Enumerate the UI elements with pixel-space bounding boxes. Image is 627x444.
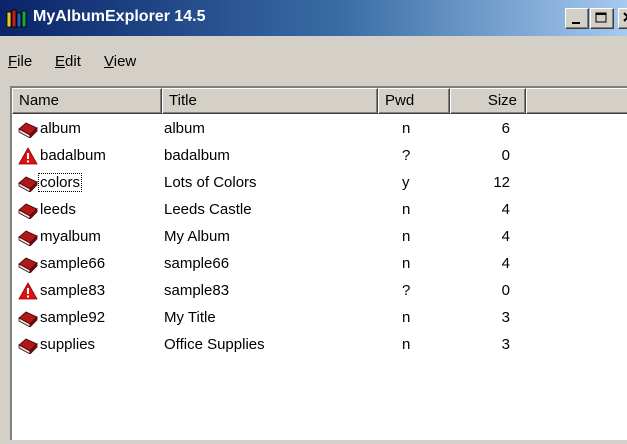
- cell-name: sample66: [40, 255, 106, 272]
- cell-size: 0: [501, 147, 510, 164]
- close-icon: [623, 12, 627, 22]
- warning-icon: [18, 147, 38, 165]
- app-window: MyAlbumExplorer 14.5 File Edit View Name…: [0, 0, 627, 444]
- cell-title: badalbum: [164, 147, 230, 164]
- cell-pwd: ?: [402, 147, 411, 164]
- table-row[interactable]: supplies Office Supplies n 3: [12, 332, 627, 359]
- cell-pwd: y: [402, 174, 410, 191]
- app-books-icon: [6, 9, 27, 28]
- album-book-icon: [18, 228, 38, 247]
- cell-size: 4: [501, 255, 510, 272]
- cell-title: My Title: [164, 309, 216, 326]
- cell-size: 4: [501, 201, 510, 218]
- window-title: MyAlbumExplorer 14.5: [33, 8, 206, 25]
- cell-title: Lots of Colors: [164, 174, 257, 191]
- cell-pwd: n: [402, 120, 411, 137]
- table-row[interactable]: leeds Leeds Castle n 4: [12, 197, 627, 224]
- cell-name: album: [40, 120, 81, 137]
- maximize-button[interactable]: [590, 8, 614, 29]
- cell-size: 3: [501, 309, 510, 326]
- cell-size: 6: [501, 120, 510, 137]
- table-row[interactable]: colors Lots of Colors y 12: [12, 170, 627, 197]
- album-book-icon: [18, 201, 38, 220]
- cell-pwd: n: [402, 336, 411, 353]
- maximize-icon: [595, 12, 607, 23]
- menu-view[interactable]: View: [104, 53, 136, 70]
- column-header-size[interactable]: Size: [450, 88, 526, 114]
- table-row[interactable]: myalbum My Album n 4: [12, 224, 627, 251]
- table-row[interactable]: album album n 6: [12, 116, 627, 143]
- menu-edit[interactable]: Edit: [55, 53, 81, 70]
- column-header-name[interactable]: Name: [12, 88, 162, 114]
- cell-size: 0: [501, 282, 510, 299]
- menu-bar: File Edit View: [0, 46, 627, 78]
- cell-pwd: n: [402, 201, 411, 218]
- album-list-view[interactable]: Name Title Pwd Size album album n 6 badalbum…: [10, 86, 627, 440]
- cell-title: album: [164, 120, 205, 137]
- menu-file[interactable]: File: [8, 53, 32, 70]
- cell-name: badalbum: [40, 147, 106, 164]
- column-header-filler: [526, 88, 627, 114]
- table-row[interactable]: sample83 sample83? 0: [12, 278, 627, 305]
- list-header: Name Title Pwd Size: [12, 88, 627, 114]
- cell-name: leeds: [40, 201, 76, 218]
- album-book-icon: [18, 120, 38, 139]
- cell-pwd: n: [402, 228, 411, 245]
- album-book-icon: [18, 309, 38, 328]
- minimize-button[interactable]: [565, 8, 589, 29]
- cell-name: colors: [37, 173, 83, 192]
- minimize-icon: [572, 22, 580, 24]
- cell-name: supplies: [40, 336, 96, 353]
- cell-pwd: n: [402, 309, 411, 326]
- album-book-icon: [18, 255, 38, 274]
- cell-title: sample66: [164, 255, 230, 272]
- table-row[interactable]: sample92 My Title n 3: [12, 305, 627, 332]
- cell-size: 3: [501, 336, 510, 353]
- cell-title: Leeds Castle: [164, 201, 252, 218]
- cell-name: sample83: [40, 282, 106, 299]
- cell-name: sample92: [40, 309, 106, 326]
- column-header-title[interactable]: Title: [162, 88, 378, 114]
- title-bar[interactable]: MyAlbumExplorer 14.5: [0, 0, 627, 36]
- cell-pwd: ?: [402, 282, 411, 299]
- album-book-icon: [18, 336, 38, 355]
- cell-title: sample83: [164, 282, 230, 299]
- album-book-icon: [18, 174, 38, 193]
- warning-icon: [18, 282, 38, 300]
- cell-size: 4: [501, 228, 510, 245]
- cell-name: myalbum: [40, 228, 101, 245]
- cell-size: 12: [493, 174, 510, 191]
- column-header-pwd[interactable]: Pwd: [378, 88, 450, 114]
- cell-title: My Album: [164, 228, 230, 245]
- cell-title: Office Supplies: [164, 336, 265, 353]
- table-row[interactable]: badalbum badalbum? 0: [12, 143, 627, 170]
- table-row[interactable]: sample66 sample66 n 4: [12, 251, 627, 278]
- cell-pwd: n: [402, 255, 411, 272]
- close-button[interactable]: [618, 8, 627, 29]
